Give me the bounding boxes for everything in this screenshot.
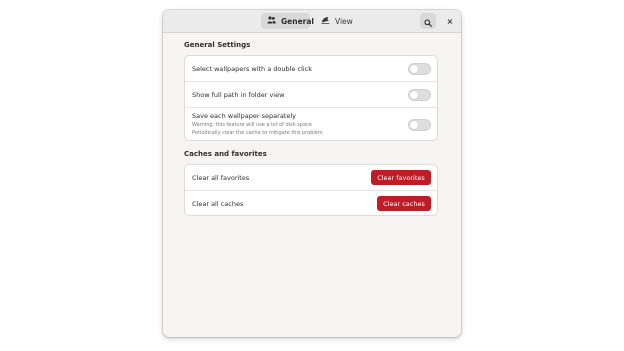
switch-knob [410, 91, 418, 99]
clear-favorites-label: Clear all favorites [192, 174, 250, 182]
full-path-switch[interactable] [408, 89, 431, 101]
tab-view[interactable]: View [315, 13, 355, 29]
clear-caches-button[interactable]: Clear caches [377, 196, 431, 211]
clear-caches-label: Clear all caches [192, 200, 244, 208]
list-item: Clear all caches Clear caches [185, 191, 437, 215]
preferences-window: General View × General Settings Select w… [163, 10, 461, 337]
double-click-switch[interactable] [408, 63, 431, 75]
save-separately-warning: Warning: this feature will use a lot of … [192, 122, 312, 128]
list-item: Select wallpapers with a double click [185, 56, 437, 82]
switch-knob [410, 121, 418, 129]
search-icon [424, 12, 432, 31]
full-path-label: Show full path in folder view [192, 91, 285, 99]
tab-general-label: General [281, 16, 314, 26]
close-icon: × [446, 16, 454, 26]
general-settings-title: General Settings [184, 41, 251, 49]
clear-favorites-button[interactable]: Clear favorites [371, 170, 431, 185]
header-bar: General View × [163, 10, 461, 33]
double-click-label: Select wallpapers with a double click [192, 65, 313, 73]
search-button[interactable] [420, 13, 436, 29]
tab-general[interactable]: General [261, 13, 314, 29]
tab-view-label: View [335, 16, 353, 26]
close-button[interactable]: × [444, 13, 456, 29]
caches-card: Clear all favorites Clear favorites Clea… [184, 164, 438, 216]
list-item: Clear all favorites Clear favorites [185, 165, 437, 191]
people-icon [267, 16, 276, 26]
switch-knob [410, 65, 418, 73]
save-separately-label: Save each wallpaper separately [192, 112, 296, 120]
list-item: Show full path in folder view [185, 82, 437, 108]
caches-title: Caches and favorites [184, 150, 267, 158]
save-separately-hint: Periodically clear the cache to mitigate… [192, 130, 323, 136]
save-separately-switch[interactable] [408, 119, 431, 131]
view-icon [321, 16, 330, 26]
list-item: Save each wallpaper separately Warning: … [185, 108, 437, 140]
general-settings-card: Select wallpapers with a double click Sh… [184, 55, 438, 141]
